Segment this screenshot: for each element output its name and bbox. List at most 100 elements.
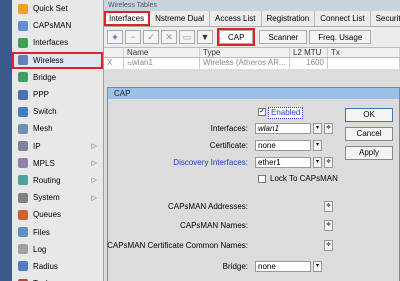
tab-nstreme-dual[interactable]: Nstreme Dual bbox=[150, 11, 211, 26]
enabled-label[interactable]: Enabled bbox=[268, 107, 304, 119]
table-row[interactable]: X ⇆wlan1 Wireless (Atheros AR... 1600 bbox=[104, 58, 400, 69]
sidebar-item-wireless[interactable]: Wireless bbox=[12, 51, 103, 69]
capsman-names-add-icon[interactable]: ≑ bbox=[324, 220, 333, 231]
cap-button[interactable]: CAP bbox=[216, 28, 256, 46]
brand-strip: inBox bbox=[0, 0, 12, 281]
discovery-add-icon[interactable]: ≑ bbox=[324, 157, 333, 168]
sidebar-item-label: System bbox=[33, 193, 60, 203]
capsman-cert-label: CAPsMAN Certificate Common Names: bbox=[107, 241, 248, 250]
discovery-interfaces-label[interactable]: Discovery Interfaces: bbox=[173, 157, 248, 168]
sidebar-item-label: Quick Set bbox=[33, 4, 68, 14]
sidebar-item-mpls[interactable]: MPLS ▷ bbox=[12, 155, 103, 172]
sidebar-item-label: Queues bbox=[33, 210, 62, 220]
row-mtu: 1600 bbox=[290, 58, 328, 69]
sidebar-item-label: MPLS bbox=[33, 158, 55, 168]
sidebar-item-tools[interactable]: Tools▷ bbox=[12, 275, 103, 281]
tab-bar: Interfaces Nstreme Dual Access List Regi… bbox=[104, 11, 400, 27]
sidebar-item-switch[interactable]: Switch bbox=[12, 103, 103, 120]
ok-button[interactable]: OK bbox=[345, 108, 393, 122]
sidebar-item-routing[interactable]: Routing ▷ bbox=[12, 172, 103, 189]
log-icon bbox=[18, 244, 28, 255]
tab-registration[interactable]: Registration bbox=[262, 11, 316, 26]
ip-icon bbox=[18, 141, 28, 152]
interfaces-dropdown-icon[interactable]: ▾ bbox=[313, 123, 322, 134]
sidebar-item-radius[interactable]: Radius bbox=[12, 258, 103, 275]
tab-access-list[interactable]: Access List bbox=[210, 11, 262, 26]
sidebar-item-label: PPP bbox=[33, 90, 50, 100]
sidebar-item-ppp[interactable]: PPP bbox=[12, 86, 103, 103]
lock-to-capsman-checkbox[interactable] bbox=[258, 175, 266, 183]
radius-icon bbox=[18, 261, 28, 272]
interfaces-add-icon[interactable]: ≑ bbox=[324, 123, 333, 134]
sidebar-item-ip[interactable]: IP ▷ bbox=[12, 138, 103, 155]
scanner-button[interactable]: Scanner bbox=[259, 30, 308, 44]
apply-button[interactable]: Apply bbox=[345, 146, 393, 160]
sidebar-item-label: Radius bbox=[33, 261, 58, 271]
column-header-type[interactable]: Type bbox=[200, 48, 290, 57]
sidebar-item-mesh[interactable]: Mesh bbox=[12, 120, 103, 137]
add-button[interactable]: + bbox=[107, 30, 123, 44]
capsman-addresses-label: CAPsMAN Addresses: bbox=[167, 202, 248, 211]
enabled-checkbox[interactable]: ✓ bbox=[258, 108, 266, 116]
mpls-icon bbox=[18, 158, 28, 169]
files-icon bbox=[18, 227, 28, 238]
bridge-icon bbox=[18, 72, 28, 83]
filter-icon: ▼ bbox=[200, 32, 210, 42]
submenu-arrow-icon: ▷ bbox=[91, 177, 97, 185]
tab-connect-list[interactable]: Connect List bbox=[315, 11, 371, 26]
toolbar: + − ✓ ✕ ▭ ▼ CAP Scanner Freq. Usage bbox=[104, 27, 400, 47]
enable-button[interactable]: ✓ bbox=[143, 30, 159, 44]
sidebar-item-queues[interactable]: Queues bbox=[12, 206, 103, 223]
sidebar-item-bridge[interactable]: Bridge bbox=[12, 69, 103, 86]
sidebar-item-system[interactable]: System ▷ bbox=[12, 189, 103, 206]
grid-header: Name Type L2 MTU Tx bbox=[104, 47, 400, 58]
row-name-text: wlan1 bbox=[132, 58, 153, 67]
capsman-names-label: CAPsMAN Names: bbox=[179, 221, 248, 230]
sidebar-item-label: Interfaces bbox=[33, 38, 69, 48]
dialog-body: ✓ Enabled Interfaces: wlan1 ▾ ≑ Certific… bbox=[107, 99, 399, 281]
capsman-addresses-add-icon[interactable]: ≑ bbox=[324, 201, 333, 212]
submenu-arrow-icon: ▷ bbox=[91, 143, 97, 151]
sidebar-item-interfaces[interactable]: Interfaces bbox=[12, 34, 103, 51]
check-icon: ✓ bbox=[147, 31, 155, 42]
capsman-icon bbox=[18, 20, 28, 31]
column-header-l2mtu[interactable]: L2 MTU bbox=[290, 48, 328, 57]
quick-set-icon bbox=[18, 3, 28, 14]
submenu-arrow-icon: ▷ bbox=[91, 160, 97, 168]
bridge-label: Bridge: bbox=[222, 262, 248, 271]
minus-icon: − bbox=[130, 32, 136, 42]
interfaces-field[interactable]: wlan1 bbox=[255, 123, 311, 134]
sidebar-item-files[interactable]: Files bbox=[12, 223, 103, 240]
dialog-title: CAP bbox=[108, 88, 399, 99]
sidebar-item-log[interactable]: Log bbox=[12, 241, 103, 258]
remove-button[interactable]: − bbox=[125, 30, 141, 44]
plus-icon: + bbox=[112, 32, 118, 42]
column-header-tx[interactable]: Tx bbox=[328, 48, 400, 57]
certificate-field[interactable]: none bbox=[255, 140, 311, 151]
sidebar-item-label: Routing bbox=[33, 175, 61, 185]
filter-button[interactable]: ▼ bbox=[197, 30, 213, 44]
discovery-interfaces-field[interactable]: ether1 bbox=[255, 157, 311, 168]
capsman-cert-add-icon[interactable]: ≑ bbox=[324, 240, 333, 251]
wireless-icon bbox=[18, 55, 28, 66]
bridge-dropdown-icon[interactable]: ▾ bbox=[313, 261, 322, 272]
lock-to-capsman-label[interactable]: Lock To CAPsMAN bbox=[270, 174, 338, 184]
tab-security[interactable]: Security bbox=[371, 11, 400, 26]
comment-button[interactable]: ▭ bbox=[179, 30, 195, 44]
sidebar-item-capsman[interactable]: CAPsMAN bbox=[12, 17, 103, 34]
sidebar-item-quick-set[interactable]: Quick Set bbox=[12, 0, 103, 17]
disable-button[interactable]: ✕ bbox=[161, 30, 177, 44]
routing-icon bbox=[18, 175, 28, 186]
sidebar-item-label: Files bbox=[33, 227, 50, 237]
cancel-button[interactable]: Cancel bbox=[345, 127, 393, 141]
column-header-name[interactable]: Name bbox=[124, 48, 200, 57]
ppp-icon bbox=[18, 89, 28, 100]
discovery-dropdown-icon[interactable]: ▾ bbox=[313, 157, 322, 168]
row-name: ⇆wlan1 bbox=[124, 58, 200, 69]
bridge-field[interactable]: none bbox=[255, 261, 311, 272]
certificate-dropdown-icon[interactable]: ▾ bbox=[313, 140, 322, 151]
freq-usage-button[interactable]: Freq. Usage bbox=[309, 30, 372, 44]
tab-interfaces[interactable]: Interfaces bbox=[104, 11, 151, 26]
row-type: Wireless (Atheros AR... bbox=[200, 58, 290, 69]
row-tx bbox=[328, 58, 400, 69]
